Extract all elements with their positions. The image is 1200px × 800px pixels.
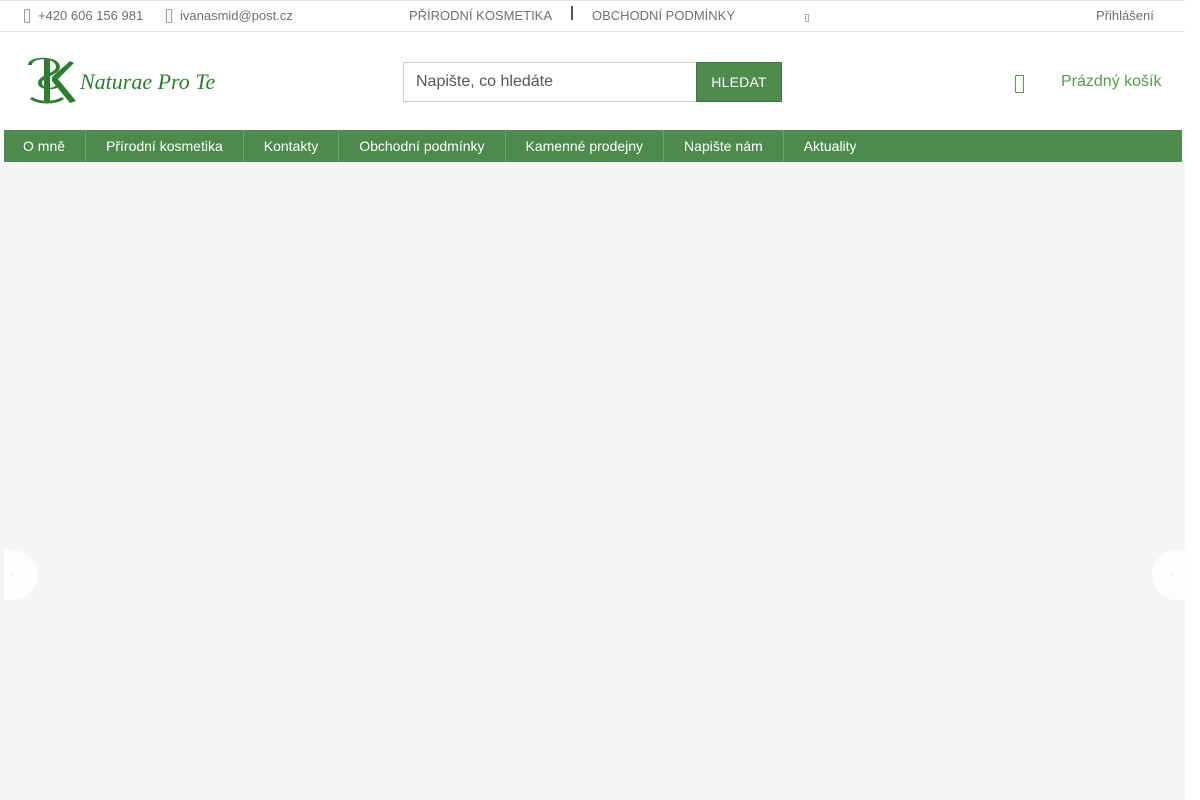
phone-contact[interactable]: +420 606 156 981 xyxy=(24,1,143,31)
top-link-terms[interactable]: OBCHODNÍ PODMÍNKY xyxy=(592,1,735,31)
mail-icon xyxy=(166,9,172,23)
nav-item-contacts[interactable]: Kontakty xyxy=(244,130,340,162)
nav-item-news[interactable]: Aktuality xyxy=(784,130,877,162)
site-header: Naturae Pro Te HLEDAT Prázdný košík xyxy=(0,32,1185,130)
nav-item-natural-cosmetics[interactable]: Přírodní kosmetika xyxy=(86,130,244,162)
cart-link[interactable]: Prázdný košík xyxy=(1061,73,1161,91)
carousel-next-button[interactable]: › xyxy=(1152,550,1186,600)
search-input[interactable] xyxy=(403,62,697,102)
carousel-prev-button[interactable]: ‹ xyxy=(4,550,38,600)
login-link[interactable]: Přihlášení xyxy=(1096,1,1154,31)
cart-icon[interactable] xyxy=(1015,75,1024,93)
nav-item-write-us[interactable]: Napište nám xyxy=(664,130,784,162)
top-link-natural-cosmetics[interactable]: PŘÍRODNÍ KOSMETIKA xyxy=(409,1,552,31)
top-link-divider xyxy=(571,6,573,20)
page-scrollbar[interactable] xyxy=(1185,0,1200,800)
hero-carousel: ‹ › xyxy=(0,162,1186,800)
logo-image: Naturae Pro Te xyxy=(28,57,216,104)
site-logo[interactable]: Naturae Pro Te xyxy=(26,55,226,107)
dropdown-icon[interactable] xyxy=(805,14,809,22)
nav-item-stores[interactable]: Kamenné prodejny xyxy=(506,130,665,162)
nav-item-about[interactable]: O mně xyxy=(4,130,87,162)
email-contact[interactable]: ivanasmid@post.cz xyxy=(166,1,293,31)
phone-number: +420 606 156 981 xyxy=(38,8,144,23)
search-form: HLEDAT xyxy=(403,62,783,102)
phone-icon xyxy=(24,9,30,23)
email-address: ivanasmid@post.cz xyxy=(180,8,293,23)
chevron-left-icon: ‹ xyxy=(10,567,14,581)
chevron-right-icon: › xyxy=(1170,567,1174,581)
logo-wordmark: Naturae Pro Te xyxy=(79,69,216,94)
search-button[interactable]: HLEDAT xyxy=(696,62,782,102)
nav-item-terms[interactable]: Obchodní podmínky xyxy=(339,130,506,162)
top-bar: +420 606 156 981 ivanasmid@post.cz PŘÍRO… xyxy=(0,0,1185,32)
main-navigation: O mně Přírodní kosmetika Kontakty Obchod… xyxy=(4,130,1182,162)
